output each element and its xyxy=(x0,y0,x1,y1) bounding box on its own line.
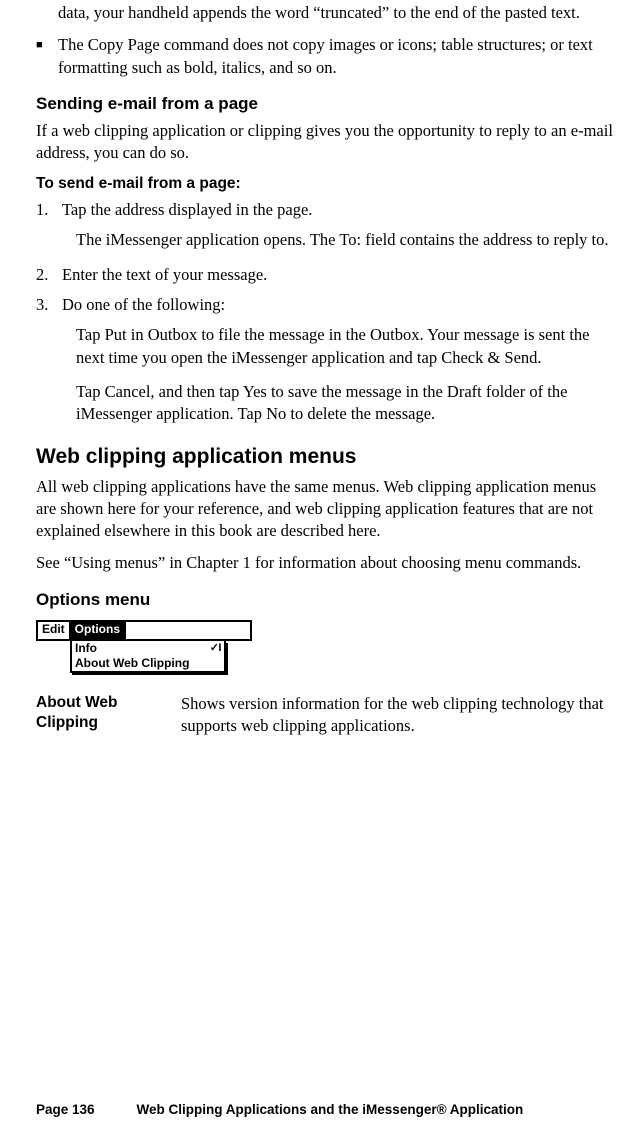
square-bullet-icon: ■ xyxy=(36,34,58,56)
menu-item-shortcut: ✓I xyxy=(210,641,221,656)
menu-screenshot: Edit Options Info ✓I About Web Clipping xyxy=(36,620,252,673)
footer-chapter-title: Web Clipping Applications and the iMesse… xyxy=(137,1101,613,1119)
menu-bar-filler xyxy=(126,622,250,639)
step-number: 2. xyxy=(36,264,62,286)
step-number: 3. xyxy=(36,294,62,316)
menu-popup: Info ✓I About Web Clipping xyxy=(70,641,226,673)
step-text: Do one of the following: xyxy=(62,294,613,316)
step-2: 2. Enter the text of your message. xyxy=(36,264,613,286)
menu-bar: Edit Options xyxy=(36,620,252,641)
bullet-item: ■ The Copy Page command does not copy im… xyxy=(36,34,613,79)
heading-options-menu: Options menu xyxy=(36,589,613,612)
continued-paragraph: data, your handheld appends the word “tr… xyxy=(58,2,613,24)
menu-tab-options[interactable]: Options xyxy=(71,622,126,639)
definition-row: About Web Clipping Shows version informa… xyxy=(36,693,613,738)
footer-page-number: Page 136 xyxy=(36,1101,95,1119)
definition-term: About Web Clipping xyxy=(36,693,181,733)
heading-web-clipping-menus: Web clipping application menus xyxy=(36,443,613,471)
menus-paragraph-2: See “Using menus” in Chapter 1 for infor… xyxy=(36,552,613,574)
step-3-option-a: Tap Put in Outbox to file the message in… xyxy=(76,324,613,369)
step-1-detail: The iMessenger application opens. The To… xyxy=(76,229,613,251)
step-3: 3. Do one of the following: xyxy=(36,294,613,316)
menu-item-label: Info xyxy=(75,641,97,656)
definition-description: Shows version information for the web cl… xyxy=(181,693,613,738)
menu-item-about-web-clipping[interactable]: About Web Clipping xyxy=(72,656,224,671)
page-content: data, your handheld appends the word “tr… xyxy=(36,0,613,737)
heading-send-steps: To send e-mail from a page: xyxy=(36,174,613,195)
send-intro: If a web clipping application or clippin… xyxy=(36,120,613,165)
step-1: 1. Tap the address displayed in the page… xyxy=(36,199,613,221)
step-text: Enter the text of your message. xyxy=(62,264,613,286)
step-3-option-b: Tap Cancel, and then tap Yes to save the… xyxy=(76,381,613,426)
menu-tab-edit[interactable]: Edit xyxy=(38,622,71,639)
step-number: 1. xyxy=(36,199,62,221)
page: data, your handheld appends the word “tr… xyxy=(0,0,639,1131)
menu-item-label: About Web Clipping xyxy=(75,656,189,671)
page-footer: Page 136 Web Clipping Applications and t… xyxy=(0,1101,639,1119)
menus-paragraph-1: All web clipping applications have the s… xyxy=(36,476,613,543)
bullet-text: The Copy Page command does not copy imag… xyxy=(58,34,613,79)
heading-sending-email: Sending e-mail from a page xyxy=(36,93,613,116)
step-text: Tap the address displayed in the page. xyxy=(62,199,613,221)
menu-item-info[interactable]: Info ✓I xyxy=(72,641,224,656)
